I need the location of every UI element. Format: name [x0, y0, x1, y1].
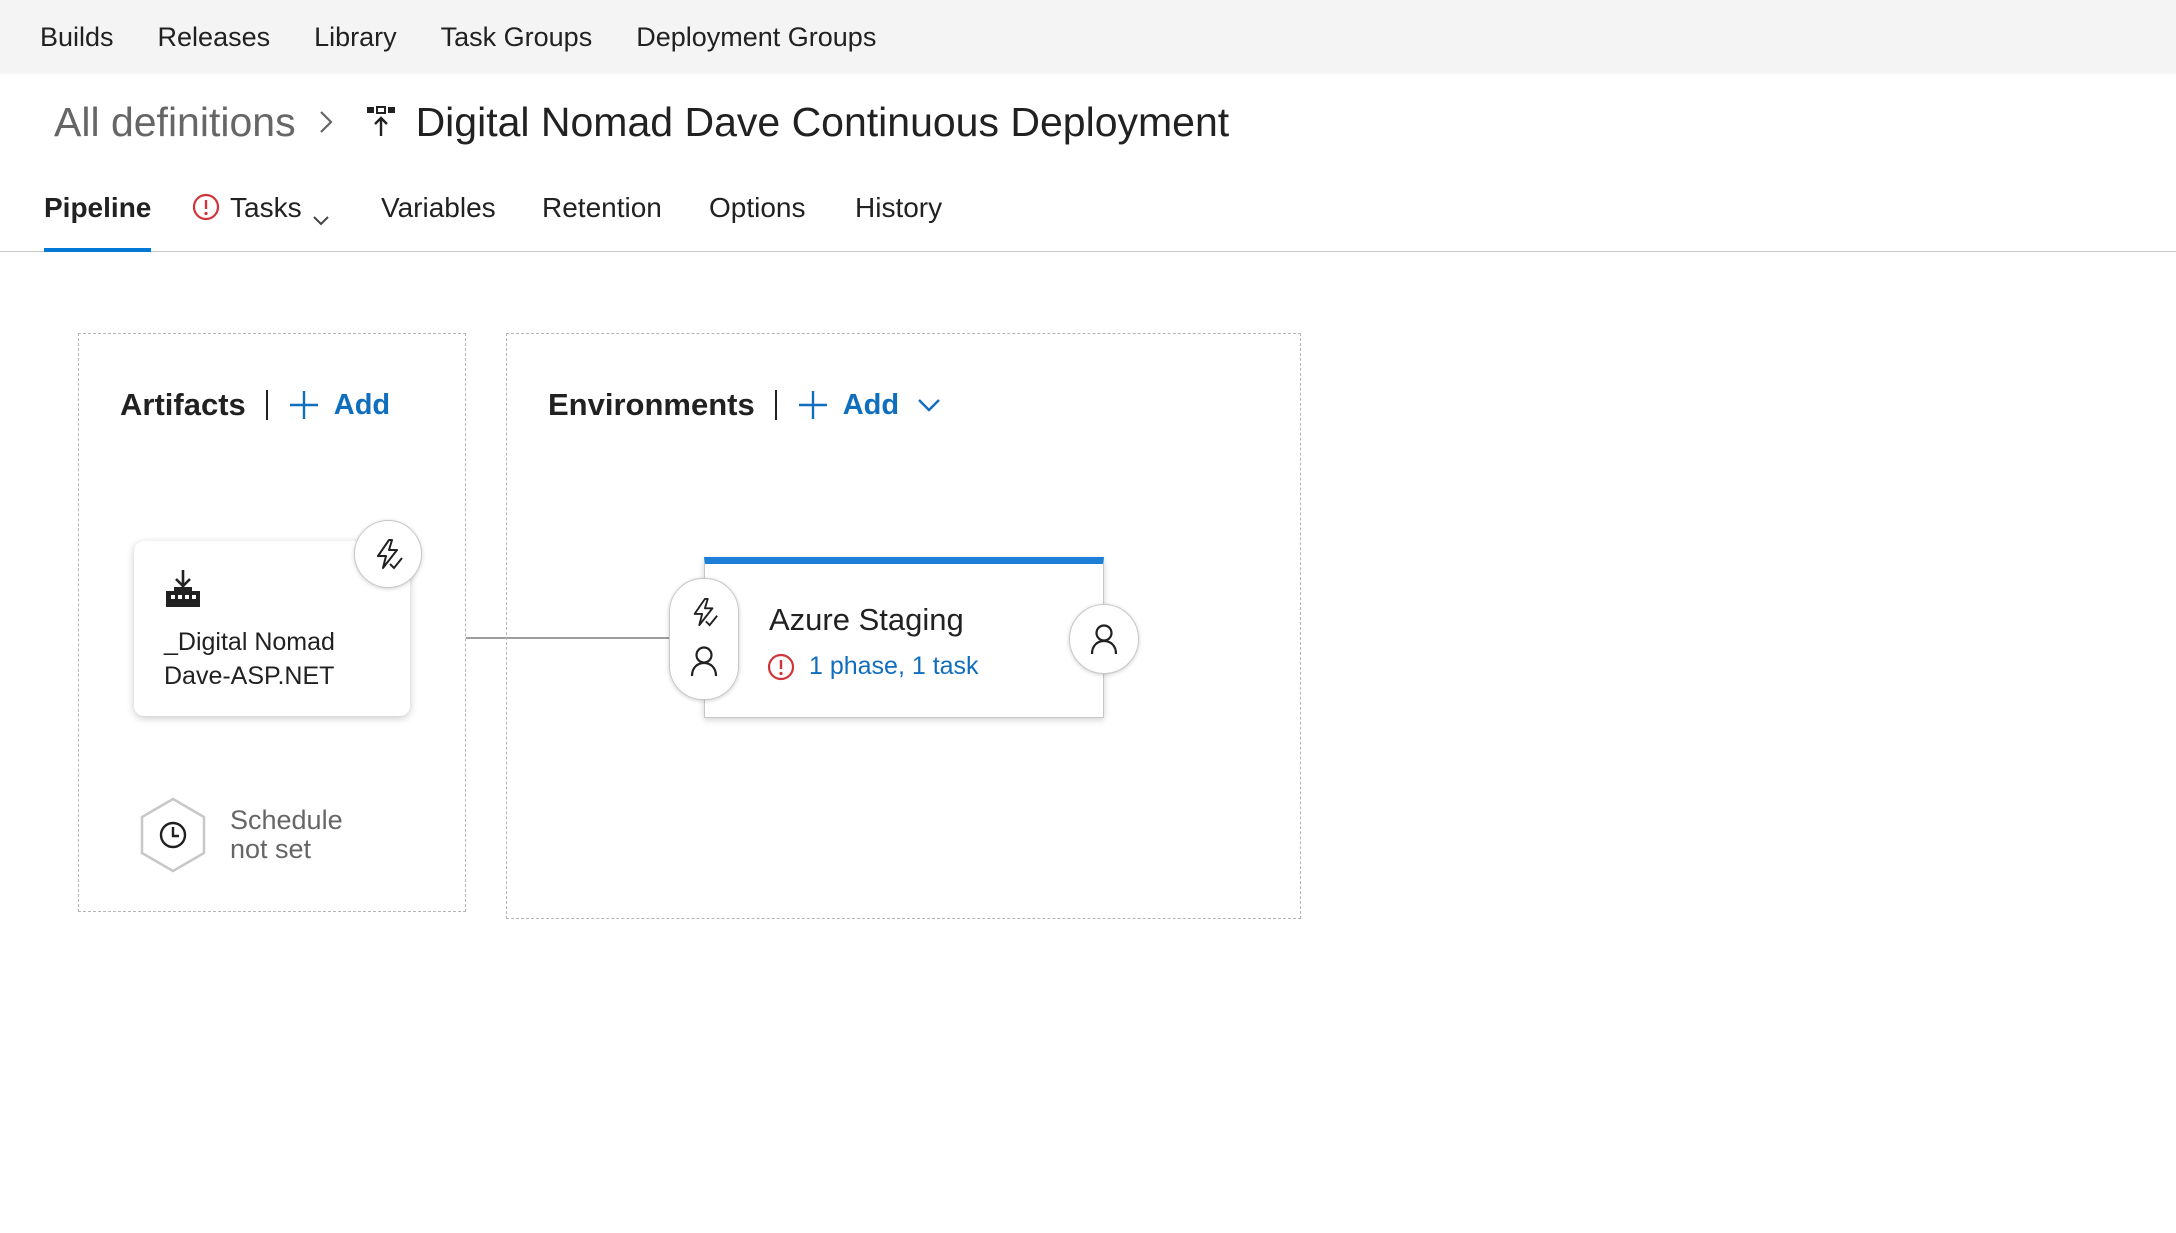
plus-icon: [798, 391, 827, 419]
breadcrumb: All definitions Digital Nomad Dave Conti…: [54, 94, 1229, 150]
environment-card[interactable]: Azure Staging 1 phase, 1 task: [704, 557, 1104, 718]
artifact-name-line1: _Digital Nomad: [164, 628, 335, 656]
error-circle-icon: [192, 193, 220, 228]
add-artifact-button[interactable]: Add: [288, 389, 390, 422]
artifacts-title: Artifacts: [120, 387, 246, 422]
tab-pipeline[interactable]: Pipeline: [44, 192, 152, 252]
error-circle-icon: [767, 653, 795, 680]
nav-builds[interactable]: Builds: [40, 22, 114, 53]
lightning-icon: [693, 597, 718, 627]
nav-task-groups[interactable]: Task Groups: [441, 22, 593, 53]
tab-options-label: Options: [709, 192, 806, 223]
artifact-name: _Digital Nomad Dave-ASP.NET: [164, 625, 384, 693]
tab-tasks-label: Tasks: [230, 192, 302, 223]
environment-status-link[interactable]: 1 phase, 1 task: [767, 652, 979, 681]
all-definitions-link[interactable]: All definitions: [54, 99, 296, 146]
release-pipeline-icon: [366, 105, 396, 139]
artifacts-header: Artifacts Add: [120, 387, 390, 423]
schedule-line1: Schedule: [230, 805, 343, 835]
nav-library[interactable]: Library: [314, 22, 397, 53]
tab-retention[interactable]: Retention: [542, 192, 662, 252]
chevron-right-icon: [318, 109, 334, 135]
add-artifact-label: Add: [333, 388, 391, 421]
pre-deployment-trigger-button[interactable]: [670, 597, 738, 627]
nav-releases[interactable]: Releases: [158, 22, 271, 53]
chevron-down-icon[interactable]: [917, 397, 941, 413]
tab-pipeline-label: Pipeline: [44, 192, 152, 223]
artifact-trigger-button[interactable]: [354, 520, 422, 588]
artifact-name-line2: Dave-ASP.NET: [164, 662, 335, 690]
person-icon: [690, 646, 718, 677]
header-divider: [774, 390, 777, 420]
environment-status-text: 1 phase, 1 task: [809, 652, 979, 680]
tab-options[interactable]: Options: [709, 192, 806, 252]
page-title: Digital Nomad Dave Continuous Deployment: [415, 98, 1230, 145]
add-environment-button[interactable]: Add: [797, 389, 899, 422]
header-divider: [265, 390, 268, 420]
lightning-icon: [377, 539, 403, 570]
environments-header: Environments Add: [548, 387, 941, 423]
clock-icon: [140, 797, 206, 873]
pre-deployment-conditions: [669, 578, 739, 700]
add-environment-label: Add: [842, 388, 900, 421]
environment-name: Azure Staging: [769, 602, 964, 637]
tab-variables-label: Variables: [381, 192, 496, 223]
tab-variables[interactable]: Variables: [381, 192, 496, 252]
plus-icon: [289, 391, 318, 419]
schedule-trigger[interactable]: Schedule not set: [138, 796, 343, 874]
post-deployment-approvers-button[interactable]: [1069, 604, 1139, 674]
person-icon: [1090, 624, 1118, 655]
pre-deployment-approvers-button[interactable]: [670, 645, 738, 677]
definition-tabs: Pipeline Tasks Variables Retention Optio…: [0, 176, 2176, 252]
chevron-down-icon: [312, 202, 330, 234]
nav-deployment-groups[interactable]: Deployment Groups: [636, 22, 876, 53]
schedule-line2: not set: [230, 834, 312, 864]
tab-history-label: History: [855, 192, 943, 223]
tab-tasks[interactable]: Tasks: [192, 192, 330, 252]
tab-retention-label: Retention: [542, 192, 662, 223]
build-artifact-icon: [164, 569, 202, 614]
schedule-label: Schedule not set: [230, 806, 343, 864]
top-navigation-bar: Builds Releases Library Task Groups Depl…: [0, 0, 2176, 74]
environments-title: Environments: [548, 387, 755, 422]
tab-history[interactable]: History: [855, 192, 942, 252]
